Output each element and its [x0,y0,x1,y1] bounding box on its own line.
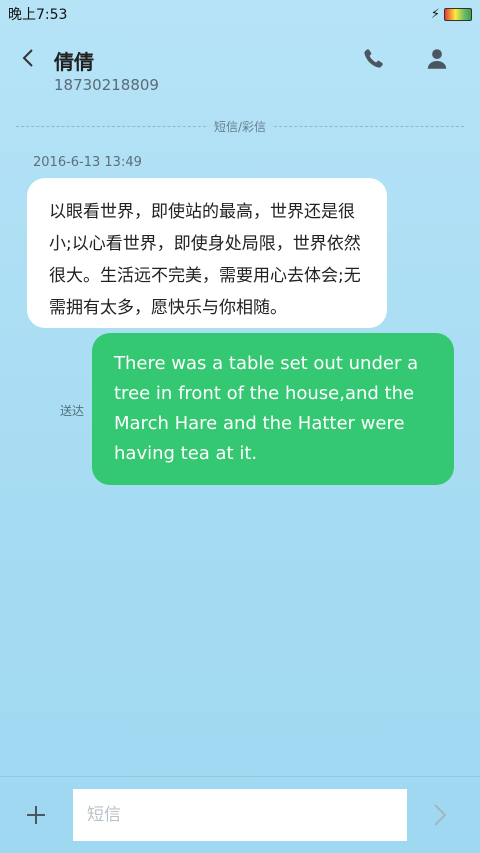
add-attachment-button[interactable] [24,803,48,827]
battery-icon [444,7,472,21]
channel-divider: 短信/彩信 [16,116,465,136]
send-arrow-icon [434,804,447,826]
outgoing-message-bubble[interactable]: There was a table set out under a tree i… [92,333,454,485]
phone-icon [364,49,383,68]
message-timestamp: 2016-6-13 13:49 [33,155,142,170]
message-input[interactable] [73,789,407,841]
divider-line-left [16,125,206,127]
contact-number: 18730218809 [54,76,159,94]
composer-bar [0,776,480,853]
divider-line-right [274,125,465,127]
back-arrow-icon [22,49,33,67]
delivery-status: 送达 [60,404,85,418]
status-time: 晚上7:53 [8,7,68,23]
status-icons: ⚡ [431,7,472,22]
charging-icon: ⚡ [430,6,440,22]
contact-name: 倩倩 [54,50,94,74]
incoming-message-bubble[interactable]: 以眼看世界，即使站的最高，世界还是很小;以心看世界，即使身处局限，世界依然很大。… [27,178,387,328]
conversation-header: 倩倩 18730218809 [0,36,480,106]
contact-profile-button[interactable] [424,46,450,72]
back-button[interactable] [16,46,40,70]
call-button[interactable] [360,46,386,72]
person-icon [427,49,447,69]
status-bar: 晚上7:53 ⚡ [0,0,480,28]
send-button[interactable] [432,803,456,827]
plus-icon [27,806,45,824]
channel-label: 短信/彩信 [213,119,267,134]
